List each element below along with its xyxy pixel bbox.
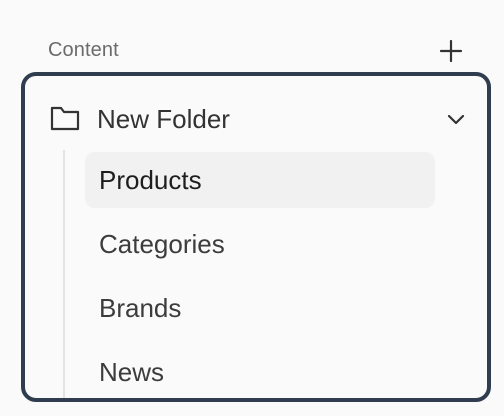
folder-item-label: Brands — [99, 292, 182, 323]
folder-item-products[interactable]: Products — [85, 152, 435, 208]
content-panel: Content New Folder Products Categories B… — [0, 0, 504, 416]
content-section-header: Content — [48, 37, 468, 65]
folder-name: New Folder — [97, 104, 230, 134]
folder-items: Products Categories Brands News — [85, 152, 435, 398]
folder-header[interactable]: New Folder — [25, 76, 487, 162]
add-content-button[interactable] — [439, 39, 463, 63]
chevron-down-icon[interactable] — [445, 108, 467, 130]
tree-connector-line — [63, 150, 65, 398]
folder-item-label: Categories — [99, 228, 225, 259]
folder-item-news[interactable]: News — [85, 344, 435, 398]
folder-group: New Folder Products Categories Brands Ne… — [21, 72, 491, 402]
folder-icon — [50, 106, 80, 131]
plus-icon — [439, 39, 463, 63]
folder-item-label: News — [99, 356, 165, 387]
folder-item-label: Products — [99, 164, 202, 195]
folder-item-brands[interactable]: Brands — [85, 280, 435, 336]
section-title: Content — [48, 39, 119, 61]
folder-item-categories[interactable]: Categories — [85, 216, 435, 272]
